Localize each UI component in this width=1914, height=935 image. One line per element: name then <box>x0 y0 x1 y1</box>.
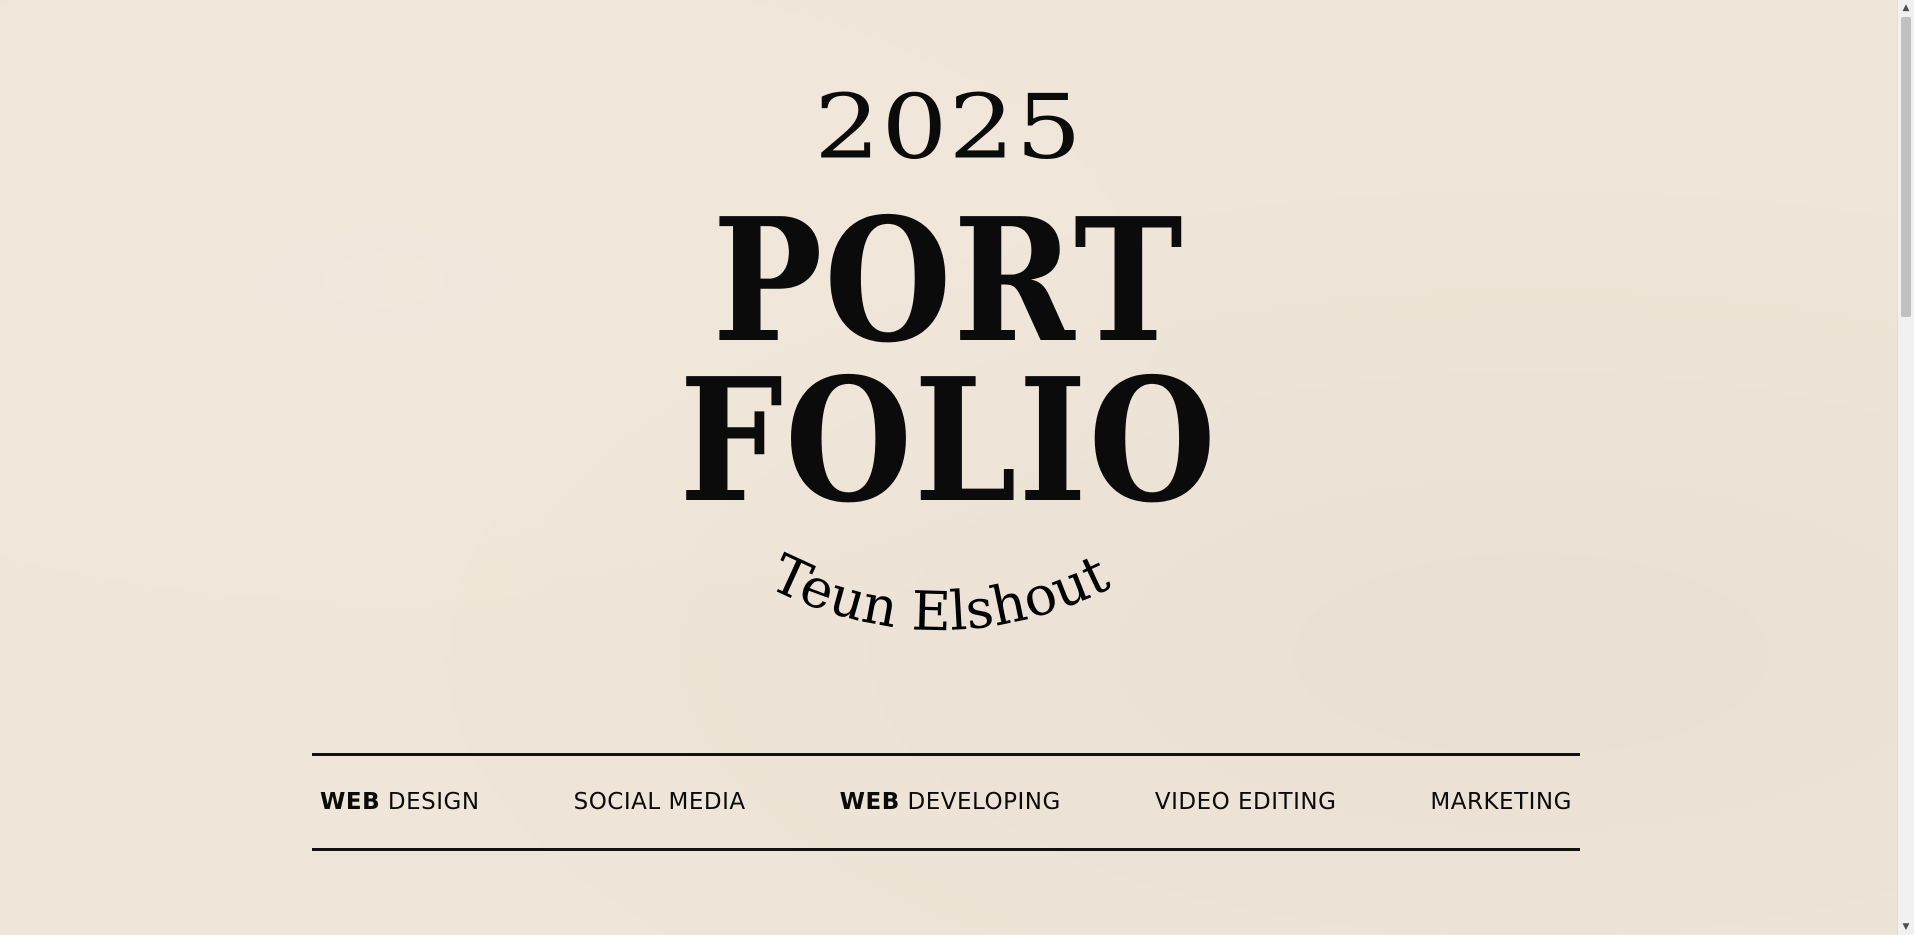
scroll-up-arrow-icon[interactable]: ▲ <box>1898 0 1914 16</box>
curved-name-text: Teun Elshout <box>762 542 1118 644</box>
vertical-scrollbar[interactable]: ▲ ▼ <box>1897 0 1914 935</box>
scrollbar-thumb[interactable] <box>1901 17 1911 317</box>
hero-year: 2025 <box>814 74 1083 180</box>
portfolio-page: 2025 PORT FOLIO Teun Elshout WEB DESIGN … <box>0 0 1914 935</box>
skill-marketing: MARKETING <box>1430 789 1572 815</box>
skill-video-editing: VIDEO EDITING <box>1154 789 1337 815</box>
hero-section: 2025 PORT FOLIO Teun Elshout WEB DESIGN … <box>0 0 1897 935</box>
scroll-down-arrow-icon[interactable]: ▼ <box>1898 919 1914 935</box>
author-name: Teun Elshout <box>762 542 1118 644</box>
skill-web-design: WEB DESIGN <box>320 789 480 815</box>
skill-social-media: SOCIAL MEDIA <box>573 789 746 815</box>
skills-bar: WEB DESIGN SOCIAL MEDIA WEB DEVELOPING V… <box>312 753 1580 851</box>
skill-web-developing: WEB DEVELOPING <box>839 789 1061 815</box>
hero-title-line-2: FOLIO <box>679 341 1218 541</box>
